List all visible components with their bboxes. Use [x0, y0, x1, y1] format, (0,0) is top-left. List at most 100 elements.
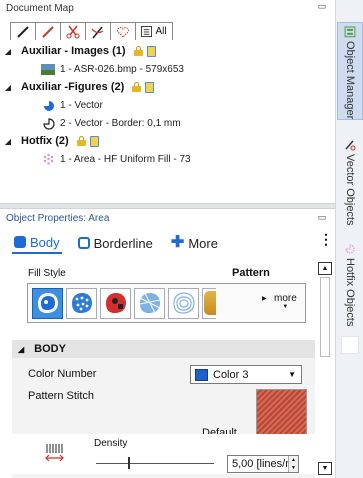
object-manager-icon — [344, 26, 356, 38]
hotfix-area-icon — [41, 152, 55, 166]
color-number-row: Color Number Color 3 ▼ — [12, 364, 315, 386]
body-section-header[interactable]: ◢ BODY — [12, 340, 315, 358]
list-icon — [141, 26, 153, 37]
color-number-label: Color Number — [28, 368, 97, 380]
scissors-icon — [66, 25, 80, 38]
vector-objects-icon — [345, 140, 356, 151]
fill-style-gradient-partial[interactable] — [202, 287, 216, 319]
tree-item[interactable]: 1 - Area - HF Uniform Fill - 73 — [0, 150, 330, 168]
scroll-thumb[interactable] — [320, 277, 330, 357]
panel-splitter[interactable] — [0, 203, 335, 209]
document-map-header: Document Map ▭ — [0, 0, 335, 16]
density-slider-track[interactable] — [96, 463, 214, 464]
density-spinbox[interactable]: 5,00 [lines/mm] ▲▼ — [227, 455, 299, 473]
tree-group-images[interactable]: ◢ Auxiliar - Images (1) — [0, 42, 330, 60]
panel-minimize-button[interactable]: ▭ — [317, 2, 327, 12]
fill-style-cross[interactable] — [134, 287, 165, 319]
fill-style-contour[interactable] — [168, 287, 199, 319]
dock-tab-label: Hotfix Objects — [344, 258, 356, 327]
collapse-arrow-icon[interactable]: ◢ — [3, 83, 13, 92]
collapse-arrow-icon[interactable]: ◢ — [3, 137, 13, 146]
dotted-fill-icon — [71, 293, 92, 313]
pencil-icon — [42, 25, 54, 38]
motif-fill-icon — [105, 293, 126, 313]
tree-group-label: Auxiliar - Images (1) — [21, 45, 126, 57]
pen-icon — [17, 25, 29, 38]
borderline-icon — [77, 237, 90, 249]
object-properties-header: Object Properties: Area ▭ — [0, 213, 335, 227]
density-icon — [44, 442, 66, 467]
properties-tabs: Body Borderline ✚ More — [12, 232, 220, 254]
tree-item-label: 1 - Area - HF Uniform Fill - 73 — [60, 153, 191, 165]
tab-scissors[interactable] — [60, 22, 86, 40]
document-map-tabs: All — [10, 22, 173, 40]
vector-filled-icon — [41, 98, 55, 112]
tree-item-label: 1 - Vector — [60, 99, 103, 111]
tree-group-figures[interactable]: ◢ Auxiliar -Figures (2) — [0, 78, 330, 96]
uniform-fill-icon — [37, 293, 58, 313]
tab-all[interactable]: All — [135, 22, 173, 40]
dock-tab-vector-objects[interactable]: Vector Objects — [337, 136, 363, 234]
tab-more[interactable]: ✚ More — [169, 232, 220, 254]
document-map-tree: ◢ Auxiliar - Images (1) 1 - ASR-026.bmp … — [0, 42, 330, 168]
dock-tab-hotfix-objects[interactable]: Hotfix Objects — [337, 240, 363, 330]
density-slider-thumb[interactable] — [127, 457, 130, 469]
tree-group-label: Hotfix (2) — [21, 135, 69, 147]
color-number-value: Color 3 — [213, 368, 249, 381]
tab-more-label: More — [188, 235, 218, 251]
chevron-down-icon: ▼ — [282, 304, 289, 310]
dock-tab-label: Vector Objects — [344, 154, 356, 226]
tab-pencil[interactable] — [35, 22, 61, 40]
right-dock: Object Manager Vector Objects Hotfix Obj… — [335, 0, 363, 478]
hotfix-objects-icon — [345, 244, 355, 254]
color-swatch — [195, 368, 208, 381]
tree-item[interactable]: 1 - ASR-026.bmp - 579x653 — [0, 60, 330, 78]
tab-body[interactable]: Body — [12, 232, 62, 254]
lock-icon[interactable] — [133, 46, 143, 56]
scroll-up-button[interactable]: ▲ — [318, 262, 332, 275]
density-row: Density 5,00 [lines/mm] ▲▼ — [12, 434, 315, 474]
scroll-down-button[interactable]: ▼ — [318, 462, 332, 475]
lock-icon[interactable] — [132, 82, 142, 92]
fill-style-label: Fill Style — [28, 268, 66, 279]
tab-borderline[interactable]: Borderline — [76, 232, 155, 254]
tab-pen[interactable] — [10, 22, 36, 40]
object-properties-title: Object Properties: Area — [6, 213, 110, 224]
dock-tab-object-manager[interactable]: Object Manager — [337, 22, 363, 120]
collapse-arrow-icon[interactable]: ◢ — [3, 47, 13, 56]
fill-style-gallery — [27, 283, 306, 323]
spin-buttons[interactable]: ▲ ▼ — [288, 456, 298, 472]
tab-body-label: Body — [30, 234, 60, 250]
visibility-icon[interactable] — [145, 81, 155, 93]
panel-minimize-button[interactable]: ▭ — [317, 213, 327, 223]
contour-fill-icon — [172, 292, 195, 314]
collapse-arrow-icon[interactable]: ◢ — [18, 345, 24, 354]
expand-right-icon: ▶ — [262, 296, 267, 302]
tree-item-label: 1 - ASR-026.bmp - 579x653 — [60, 63, 184, 75]
color-number-dropdown[interactable]: Color 3 ▼ — [190, 365, 302, 384]
cross-fill-icon — [139, 292, 160, 314]
tab-needle[interactable] — [85, 22, 111, 40]
vector-outline-icon — [41, 116, 55, 130]
body-fill-icon — [14, 236, 26, 248]
fill-style-uniform[interactable] — [32, 287, 63, 319]
more-options-icon[interactable]: ⋮ — [319, 232, 333, 246]
visibility-icon[interactable] — [146, 45, 156, 57]
tab-heart[interactable] — [110, 22, 136, 40]
tree-group-hotfix[interactable]: ◢ Hotfix (2) — [0, 132, 330, 150]
visibility-icon[interactable] — [89, 135, 99, 147]
tree-item[interactable]: 2 - Vector - Border: 0,1 mm — [0, 114, 330, 132]
density-label: Density — [94, 438, 128, 449]
dock-empty-slot — [341, 336, 359, 354]
gradient-fill-icon — [203, 291, 216, 315]
tree-item[interactable]: 1 - Vector — [0, 96, 330, 114]
properties-scrollbar[interactable]: ▲ ▼ — [318, 262, 332, 478]
more-fill-styles-button[interactable]: ▶ more ▼ — [262, 293, 297, 310]
more-fill-styles-label: more — [274, 293, 297, 304]
needle-icon — [91, 26, 104, 38]
pattern-stitch-label: Pattern Stitch — [28, 390, 95, 402]
left-panels: Document Map ▭ All ◢ Auxiliar - Images (… — [0, 0, 335, 478]
fill-style-dots[interactable] — [66, 287, 97, 319]
lock-icon[interactable] — [76, 136, 86, 146]
fill-style-motif[interactable] — [100, 287, 131, 319]
